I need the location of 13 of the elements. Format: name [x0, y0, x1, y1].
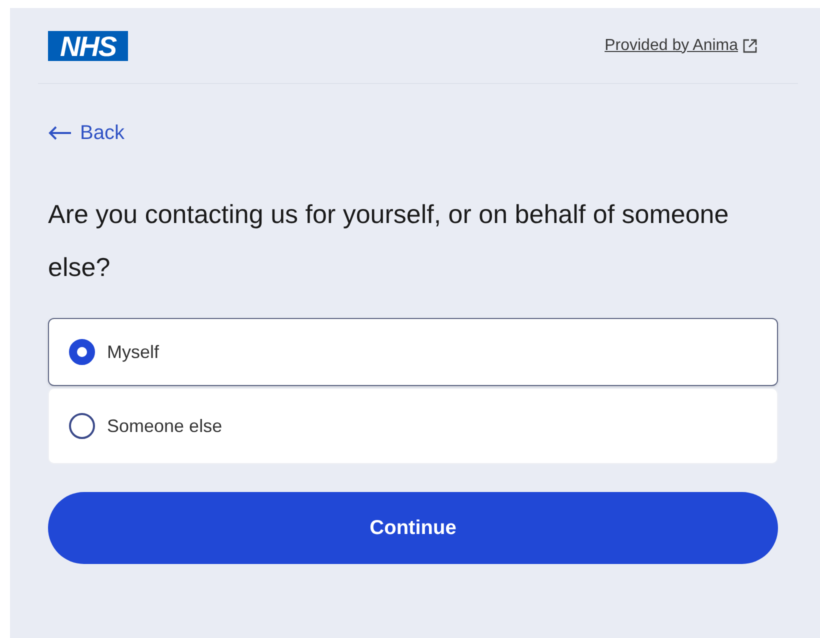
option-label: Someone else [107, 414, 222, 438]
back-link[interactable]: Back [48, 118, 124, 148]
option-label: Myself [107, 340, 160, 364]
continue-button[interactable]: Continue [48, 492, 778, 564]
nhs-logo: NHS [48, 30, 128, 60]
radio-option[interactable]: Someone else [48, 388, 778, 464]
external-link-icon [742, 38, 758, 54]
question-heading: Are you contacting us for yourself, or on behalf of someone else? [48, 198, 730, 284]
radio-option[interactable]: Myself [48, 318, 778, 386]
radio-icon [69, 413, 95, 439]
radio-icon [69, 339, 95, 365]
arrow-left-icon [48, 125, 72, 141]
provider-link[interactable]: Provided by Anima [604, 34, 758, 58]
